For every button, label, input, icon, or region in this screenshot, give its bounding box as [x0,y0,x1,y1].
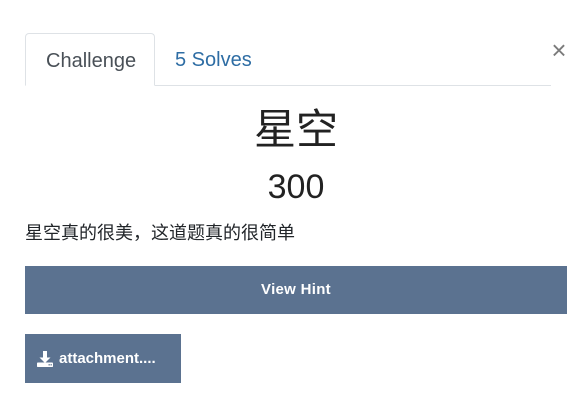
tab-solves-label: 5 Solves [175,49,252,71]
view-hint-label: View Hint [261,281,331,298]
tab-solves[interactable]: 5 Solves [155,33,272,85]
challenge-description: 星空真的很美，这道题真的很简单 [25,223,295,243]
attachment-label: attachment.... [59,350,156,367]
download-icon [36,350,54,368]
challenge-points: 300 [267,168,325,206]
close-button[interactable]: × [548,36,570,64]
view-hint-button[interactable]: View Hint [25,266,567,314]
attachment-download-button[interactable]: attachment.... [25,334,181,383]
close-icon: × [551,35,567,65]
tab-challenge-label: Challenge [46,50,137,72]
challenge-modal: × Challenge 5 Solves 星空 300 星空真的很美，这道题真的… [0,0,581,404]
challenge-name: 星空 [253,106,338,153]
tab-challenge[interactable]: Challenge [25,33,155,86]
challenge-tabs: Challenge 5 Solves [25,33,551,86]
